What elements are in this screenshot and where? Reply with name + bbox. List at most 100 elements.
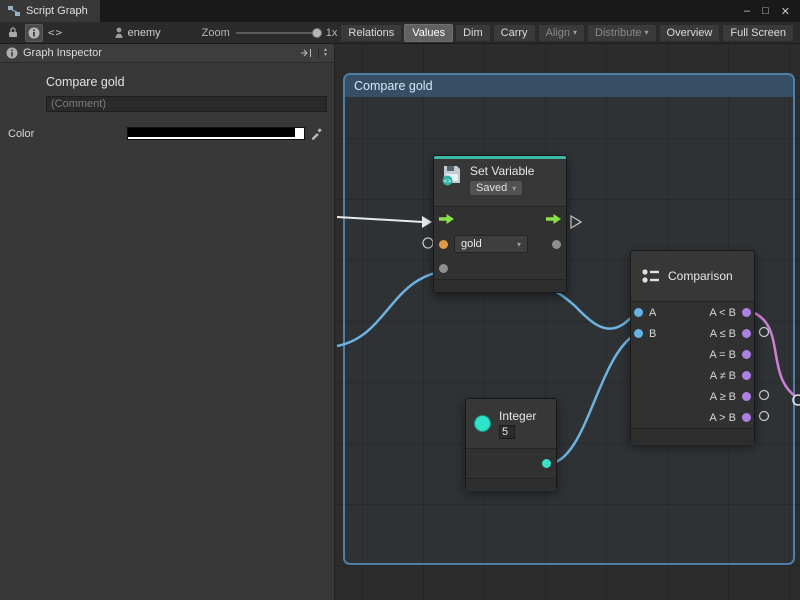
graph-owner-label: enemy	[128, 27, 161, 39]
node-integer[interactable]: Integer	[465, 398, 557, 490]
value-wire-integer-to-comparison-b[interactable]	[547, 334, 636, 464]
input-a-label: A	[649, 307, 656, 319]
output-label: A = B	[709, 349, 736, 361]
full-screen-button[interactable]: Full Screen	[722, 24, 794, 42]
graph-owner-reference[interactable]: enemy	[114, 27, 161, 39]
comment-input[interactable]	[46, 96, 327, 112]
minimize-button[interactable]: –	[744, 5, 750, 17]
output-a-lte-b-port[interactable]	[742, 329, 751, 338]
value-output-port[interactable]	[552, 240, 561, 249]
distribute-dropdown-button[interactable]: Distribute ▾	[587, 24, 656, 42]
value-input-port[interactable]	[439, 264, 448, 273]
svg-text:<>: <>	[444, 178, 452, 185]
node-footer	[434, 279, 566, 292]
unconnected-output-hint	[760, 328, 769, 337]
variable-kind-dropdown[interactable]: Saved ▾	[470, 181, 522, 195]
input-b-label: B	[649, 328, 656, 340]
title-bar: Script Graph – □ ✕	[0, 0, 800, 22]
zoom-value: 1x	[326, 27, 338, 39]
output-a-less-b-port[interactable]	[742, 308, 751, 317]
output-a-eq-b-port[interactable]	[742, 350, 751, 359]
chevron-down-icon: ▾	[512, 184, 516, 193]
result-wire-a-less-b[interactable]	[749, 311, 795, 396]
inspected-graph-title: Compare gold	[46, 75, 334, 89]
comparison-row: A A < B	[631, 302, 754, 323]
unconnected-output-hint	[760, 412, 769, 421]
distribute-label: Distribute	[595, 27, 641, 39]
code-icon: <>	[48, 26, 63, 39]
eyedropper-icon	[310, 127, 323, 140]
output-label: A ≠ B	[710, 370, 736, 382]
comparison-row: A = B	[631, 344, 754, 365]
output-a-gte-b-port[interactable]	[742, 392, 751, 401]
node-title: Integer	[499, 409, 536, 423]
chevron-down-icon: ▾	[517, 240, 521, 249]
output-label: A < B	[709, 307, 736, 319]
comparison-row: A > B	[631, 407, 754, 428]
node-title: Set Variable	[470, 164, 534, 178]
integer-value-input[interactable]	[499, 425, 515, 439]
input-a-port[interactable]	[634, 308, 643, 317]
graph-toolbar: <> enemy Zoom 1x Relations Values Dim Ca…	[0, 22, 800, 44]
variable-name-value: gold	[461, 238, 482, 250]
flow-wire[interactable]	[337, 217, 423, 222]
graph-inspector-panel: Graph Inspector ▲ ▼ Compare gold Color	[0, 44, 335, 600]
unconnected-flow-output-hint	[571, 216, 581, 228]
comparison-row: A ≥ B	[631, 386, 754, 407]
swatch-end-cap	[295, 128, 304, 139]
output-a-neq-b-port[interactable]	[742, 371, 751, 380]
script-graph-icon	[8, 6, 20, 16]
panel-resize-arrows[interactable]: ▲ ▼	[318, 48, 328, 58]
relations-button[interactable]: Relations	[340, 24, 402, 42]
close-button[interactable]: ✕	[781, 5, 790, 18]
alpha-bar	[128, 137, 304, 139]
node-set-variable[interactable]: <> Set Variable Saved ▾	[433, 155, 567, 293]
color-swatch[interactable]	[127, 127, 305, 140]
color-field-label: Color	[8, 128, 127, 140]
output-label: A ≥ B	[710, 391, 736, 403]
node-comparison[interactable]: Comparison A A < B B A ≤ B A	[630, 250, 755, 443]
zoom-label: Zoom	[202, 27, 230, 39]
edit-graph-button[interactable]: <>	[46, 24, 64, 42]
comparison-icon	[641, 268, 660, 284]
flow-output-port[interactable]	[546, 214, 561, 224]
output-a-gt-b-port[interactable]	[742, 413, 751, 422]
carry-button[interactable]: Carry	[493, 24, 536, 42]
graph-inspector-header: Graph Inspector ▲ ▼	[0, 44, 334, 63]
flow-input-port[interactable]	[439, 214, 454, 224]
node-footer	[466, 478, 556, 491]
wire-endpoint-hint	[793, 395, 800, 405]
unconnected-input-hint	[423, 238, 433, 248]
tab-title: Script Graph	[26, 5, 88, 17]
zoom-slider-handle[interactable]	[312, 28, 322, 38]
output-label: A ≤ B	[710, 328, 736, 340]
maximize-button[interactable]: □	[762, 5, 769, 17]
flow-wire-arrowhead	[422, 216, 432, 228]
variable-name-dropdown[interactable]: gold ▾	[454, 235, 528, 253]
tab-script-graph[interactable]: Script Graph	[0, 0, 100, 22]
arrow-down-icon: ▼	[323, 53, 328, 58]
variable-kind-value: Saved	[476, 182, 507, 194]
input-b-port[interactable]	[634, 329, 643, 338]
integer-output-port[interactable]	[542, 459, 551, 468]
dim-button[interactable]: Dim	[455, 24, 491, 42]
game-object-icon	[114, 27, 124, 39]
align-label: Align	[546, 27, 570, 39]
info-icon	[28, 27, 40, 39]
comparison-row: A ≠ B	[631, 365, 754, 386]
inspector-title: Graph Inspector	[23, 47, 102, 59]
graph-canvas[interactable]: Compare gold	[335, 44, 800, 600]
node-footer	[631, 428, 754, 445]
variable-name-port[interactable]	[439, 240, 448, 249]
lock-icon[interactable]	[4, 24, 22, 42]
overview-button[interactable]: Overview	[659, 24, 721, 42]
inspector-toggle-button[interactable]	[25, 24, 43, 42]
values-button[interactable]: Values	[404, 24, 453, 42]
chevron-down-icon: ▾	[573, 28, 577, 37]
zoom-slider[interactable]	[236, 32, 320, 34]
eyedropper-button[interactable]	[310, 127, 323, 140]
chevron-down-icon: ▾	[645, 28, 649, 37]
align-dropdown-button[interactable]: Align ▾	[538, 24, 585, 42]
dock-panel-icon[interactable]	[300, 48, 312, 58]
info-icon	[6, 47, 18, 59]
